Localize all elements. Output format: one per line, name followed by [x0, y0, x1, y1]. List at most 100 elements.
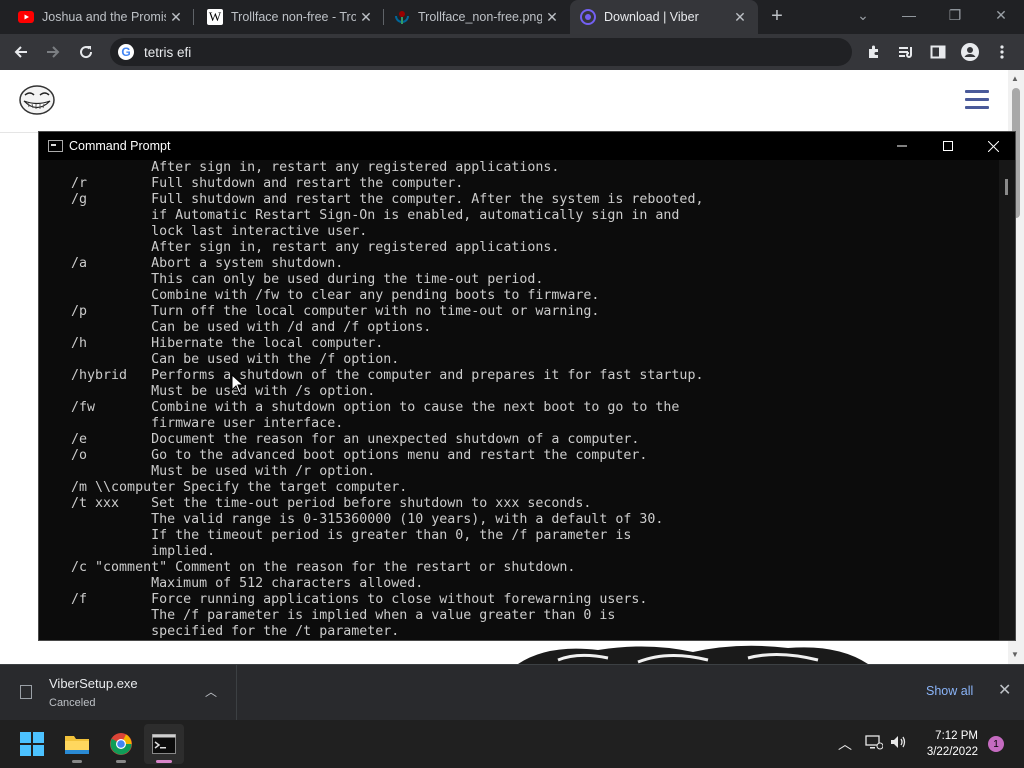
cmd-maximize-button[interactable]: [925, 132, 971, 160]
tab-title: Download | Viber: [604, 10, 699, 24]
cmd-output-line: /r Full shutdown and restart the compute…: [39, 176, 464, 191]
cmd-output-line: Can be used with the /f option.: [39, 352, 400, 367]
cmd-output-line: /f Force running applications to close w…: [39, 592, 648, 607]
reload-button[interactable]: [74, 40, 98, 64]
notification-badge[interactable]: 1: [988, 736, 1004, 752]
trollface-logo-icon[interactable]: [19, 84, 55, 116]
extensions-icon[interactable]: [862, 40, 886, 64]
cmd-output-line: Must be used with /s option.: [39, 384, 376, 399]
back-button[interactable]: [9, 40, 33, 64]
cmd-output-line: /m \\computer Specify the target compute…: [39, 480, 408, 495]
youtube-icon: [18, 9, 34, 25]
tab-viber[interactable]: Download | Viber ✕: [570, 0, 758, 34]
hamburger-menu-icon[interactable]: [965, 90, 989, 112]
tab-search-icon[interactable]: ⌄: [840, 0, 886, 30]
reload-icon: [80, 46, 93, 59]
cmd-output-line: implied.: [39, 544, 216, 559]
running-indicator: [116, 760, 126, 763]
tab-close-icon[interactable]: ✕: [356, 9, 376, 26]
cmd-output-line: Maximum of 512 characters allowed.: [39, 576, 424, 591]
close-download-bar-icon[interactable]: ✕: [998, 680, 1011, 700]
terminal-button[interactable]: [144, 724, 184, 764]
maximize-icon: [943, 141, 953, 151]
google-icon: G: [118, 44, 134, 60]
media-control-icon[interactable]: [894, 40, 918, 64]
address-bar[interactable]: G tetris efi: [110, 38, 852, 66]
chevron-up-icon[interactable]: ︿: [838, 734, 852, 754]
cmd-output-line: /t xxx Set the time-out period before sh…: [39, 496, 592, 511]
file-explorer-button[interactable]: [57, 724, 97, 764]
mouse-pointer-icon: [231, 374, 245, 394]
cmd-output-line: The valid range is 0-315360000 (10 years…: [39, 512, 664, 527]
cmd-output-line: /e Document the reason for an unexpected…: [39, 432, 640, 447]
cmd-output-line: /o Go to the advanced boot options menu …: [39, 448, 648, 463]
chrome-icon: [110, 733, 132, 755]
wikipedia-icon: W: [207, 9, 223, 25]
chrome-menu-icon[interactable]: [990, 40, 1014, 64]
scroll-up-icon[interactable]: ▲: [1011, 74, 1019, 83]
taskbar: ︿ 7:12 PM 3/22/2022: [0, 720, 1024, 768]
tab-wikimedia[interactable]: Trollface_non-free.png ✕: [384, 0, 570, 34]
start-icon: [20, 732, 44, 756]
wikimedia-icon: [394, 9, 410, 25]
file-explorer-icon: [65, 736, 89, 754]
chrome-button[interactable]: [101, 724, 141, 764]
minimize-icon[interactable]: —: [886, 0, 932, 30]
running-indicator: [72, 760, 82, 763]
download-item[interactable]: ViberSetup.exe Canceled ︿: [0, 665, 237, 720]
clock-date: 3/22/2022: [926, 746, 978, 758]
viber-icon: [580, 9, 596, 25]
cmd-title-bar[interactable]: Command Prompt: [39, 132, 1015, 160]
close-window-icon[interactable]: ✕: [978, 0, 1024, 30]
command-prompt-window[interactable]: Command Prompt After sign in, restart an…: [38, 131, 1016, 641]
clock-time: 7:12 PM: [935, 730, 978, 742]
cmd-output-line: specified for the /t parameter.: [39, 624, 400, 639]
tab-close-icon[interactable]: ✕: [542, 9, 562, 26]
download-filename[interactable]: ViberSetup.exe: [49, 676, 138, 691]
cmd-output-line: This can only be used during the time-ou…: [39, 272, 544, 287]
start-button[interactable]: [12, 724, 52, 764]
cmd-output-line: Can be used with /d and /f options.: [39, 320, 432, 335]
cmd-app-icon: [48, 140, 63, 152]
side-panel-icon[interactable]: [926, 40, 950, 64]
cmd-close-button[interactable]: [970, 132, 1016, 160]
cmd-output-line: /fw Combine with a shutdown option to ca…: [39, 400, 680, 415]
tab-title: Trollface non-free - Tro: [231, 10, 356, 24]
terminal-icon: [152, 734, 176, 754]
cmd-output-line: /c "comment" Comment on the reason for t…: [39, 560, 576, 575]
tab-title: Joshua and the Promis: [42, 10, 166, 24]
cmd-output-line: lock last interactive user.: [39, 224, 368, 239]
back-arrow-icon: [14, 46, 27, 58]
cmd-output[interactable]: After sign in, restart any registered ap…: [39, 160, 999, 640]
scroll-down-icon[interactable]: ▼: [1011, 650, 1019, 659]
new-tab-button[interactable]: +: [766, 6, 788, 28]
cmd-output-line: Combine with /fw to clear any pending bo…: [39, 288, 600, 303]
cmd-output-line: /a Abort a system shutdown.: [39, 256, 344, 271]
file-icon: [20, 685, 32, 699]
cmd-minimize-button[interactable]: [879, 132, 925, 160]
tab-strip: Joshua and the Promis ✕ W Trollface non-…: [0, 0, 1024, 34]
forward-button[interactable]: [41, 40, 65, 64]
site-header: [0, 70, 1008, 133]
profile-avatar-icon[interactable]: [958, 40, 982, 64]
cmd-scrollbar[interactable]: [999, 160, 1015, 640]
network-icon[interactable]: [865, 734, 884, 753]
volume-icon[interactable]: [890, 734, 908, 753]
download-bar: ViberSetup.exe Canceled ︿ Show all ✕: [0, 664, 1024, 720]
cmd-scroll-thumb[interactable]: [1005, 179, 1008, 195]
cmd-output-line: The /f parameter is implied when a value…: [39, 608, 616, 623]
tab-youtube[interactable]: Joshua and the Promis ✕: [0, 0, 194, 34]
tab-wikipedia[interactable]: W Trollface non-free - Tro ✕: [194, 0, 384, 34]
address-text[interactable]: tetris efi: [144, 45, 191, 60]
close-icon: [987, 140, 999, 152]
restore-icon[interactable]: ❐: [932, 0, 978, 30]
trollface-image: [518, 645, 868, 664]
cmd-output-line: After sign in, restart any registered ap…: [39, 160, 560, 175]
tab-close-icon[interactable]: ✕: [166, 9, 186, 26]
chevron-up-icon[interactable]: ︿: [205, 683, 217, 700]
show-all-button[interactable]: Show all: [926, 684, 973, 698]
cmd-output-line: Must be used with /r option.: [39, 464, 376, 479]
tab-close-icon[interactable]: ✕: [730, 9, 750, 26]
system-clock[interactable]: 7:12 PM 3/22/2022: [914, 728, 978, 760]
running-indicator: [156, 760, 172, 763]
